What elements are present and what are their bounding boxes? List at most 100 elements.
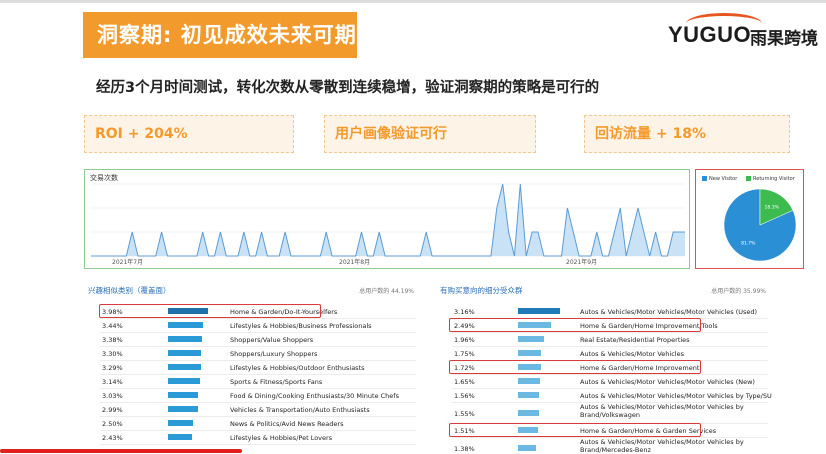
pie-svg: 81.7% 18.3% xyxy=(723,188,797,262)
list-item: 2.43% Lifestyles & Hobbies/Pet Lovers xyxy=(102,431,412,444)
transactions-chart: 交易次数 2021年7月 2021年8月 2021年9月 xyxy=(84,169,690,269)
kpi-roi: ROI + 204% xyxy=(84,115,294,153)
row-bar xyxy=(168,322,203,328)
left-panel-title: 兴趣相似类别（覆盖面） xyxy=(88,286,171,295)
list-item: 3.38% Shoppers/Value Shoppers xyxy=(102,333,412,346)
progress-indicator xyxy=(0,449,242,453)
row-label-line: Brand/Mercedes-Benz xyxy=(580,446,651,454)
row-bar xyxy=(168,336,202,342)
right-panel-title: 有购买意向的细分受众群 xyxy=(440,286,523,295)
row-bar xyxy=(168,434,193,440)
row-percent: 1.75% xyxy=(454,350,475,358)
list-item: 3.16% Autos & Vehicles/Motor Vehicles/Mot… xyxy=(454,305,764,318)
row-label-line: News & Politics/Avid News Readers xyxy=(230,420,344,428)
list-item: 2.50% News & Politics/Avid News Readers xyxy=(102,417,412,430)
row-label-line: Brand/Volkswagen xyxy=(580,411,640,419)
right-panel-total: 总用户数的 35.99% xyxy=(711,288,766,295)
row-percent: 3.03% xyxy=(102,392,123,400)
top-edge xyxy=(0,0,826,3)
row-percent: 3.44% xyxy=(102,322,123,330)
legend-new-visitor: New Visitor xyxy=(702,176,737,182)
row-bar xyxy=(168,378,200,384)
row-percent: 1.65% xyxy=(454,378,475,386)
interest-categories-panel: 兴趣相似类别（覆盖面） 总用户数的 44.19% 3.98% Home & Gar… xyxy=(84,281,420,454)
list-item: 1.65% Autos & Vehicles/Motor Vehicles/Mot… xyxy=(454,375,764,388)
row-label: Food & Dining/Cooking Enthusiasts/30 Min… xyxy=(230,392,399,400)
row-label-line: Autos & Vehicles/Motor Vehicles/Motor Ve… xyxy=(580,403,744,411)
list-item: 3.03% Food & Dining/Cooking Enthusiasts/3… xyxy=(102,389,412,402)
row-label-line: Food & Dining/Cooking Enthusiasts/30 Min… xyxy=(230,392,399,400)
row-percent: 2.43% xyxy=(102,434,123,442)
row-label-line: Autos & Vehicles/Motor Vehicles/Motor Ve… xyxy=(580,438,744,446)
row-label-line: Autos & Vehicles/Motor Vehicles xyxy=(580,350,684,358)
row-bar xyxy=(168,364,202,370)
kpi-return-traffic: 回访流量 + 18% xyxy=(584,115,790,153)
list-item: 1.38% Autos & Vehicles/Motor Vehicles/Mot… xyxy=(454,438,764,454)
row-label-line: Autos & Vehicles/Motor Vehicles/Motor Ve… xyxy=(580,378,755,386)
row-label-line: Lifestyles & Hobbies/Outdoor Enthusiasts xyxy=(230,364,365,372)
row-percent: 3.14% xyxy=(102,378,123,386)
highlight-box xyxy=(449,318,701,332)
row-bar xyxy=(518,445,537,451)
row-percent: 3.16% xyxy=(454,308,475,316)
row-label: Autos & Vehicles/Motor Vehicles/Motor Ve… xyxy=(580,308,757,316)
row-label-line: Real Estate/Residential Properties xyxy=(580,336,690,344)
list-item: 2.99% Vehicles & Transportation/Auto Enth… xyxy=(102,403,412,416)
row-label: Sports & Fitness/Sports Fans xyxy=(230,378,322,386)
transactions-area-svg xyxy=(91,183,685,257)
row-percent: 2.99% xyxy=(102,406,123,414)
in-market-segments-panel: 有购买意向的细分受众群 总用户数的 35.99% 3.16% Autos & Ve… xyxy=(436,281,772,454)
row-bar xyxy=(518,410,539,416)
legend-returning-visitor: Returning Visitor xyxy=(746,176,795,182)
logo-brand-text: YUGUO xyxy=(668,22,752,47)
row-label: Real Estate/Residential Properties xyxy=(580,336,690,344)
row-label: Lifestyles & Hobbies/Outdoor Enthusiasts xyxy=(230,364,365,372)
row-bar xyxy=(168,392,199,398)
row-label: Shoppers/Value Shoppers xyxy=(230,336,313,344)
row-divider xyxy=(100,444,416,445)
row-label: Shoppers/Luxury Shoppers xyxy=(230,350,317,358)
x-tick-sep: 2021年9月 xyxy=(566,259,598,266)
row-percent: 2.50% xyxy=(102,420,123,428)
list-item: 3.30% Shoppers/Luxury Shoppers xyxy=(102,347,412,360)
list-item: 3.44% Lifestyles & Hobbies/Business Profe… xyxy=(102,319,412,332)
pie-label: 18.3% xyxy=(765,204,780,210)
list-item: 1.56% Autos & Vehicles/Motor Vehicles/Mot… xyxy=(454,389,772,402)
row-label-line: Autos & Vehicles/Motor Vehicles/Motor Ve… xyxy=(580,308,758,316)
row-label-line: Sports & Fitness/Sports Fans xyxy=(230,378,323,386)
highlight-box xyxy=(449,360,701,374)
row-bar xyxy=(168,406,199,412)
row-label-line: Shoppers/Value Shoppers xyxy=(230,336,314,344)
left-panel-total: 总用户数的 44.19% xyxy=(359,288,414,295)
visitor-pie-chart: New Visitor Returning Visitor 81.7% 18.3% xyxy=(695,169,804,269)
row-percent: 1.55% xyxy=(454,410,475,418)
row-bar xyxy=(518,336,545,342)
row-label: Autos & Vehicles/Motor Vehicles/Motor Ve… xyxy=(580,438,744,454)
slide-subtitle: 经历3个月时间测试，转化次数从零散到连续稳增，验证洞察期的策略是可行的 xyxy=(96,80,600,96)
row-label: Vehicles & Transportation/Auto Enthusias… xyxy=(230,406,370,414)
list-item: 1.96% Real Estate/Residential Properties xyxy=(454,333,764,346)
logo-cn-text: 雨果跨境 xyxy=(750,29,818,49)
row-bar xyxy=(518,350,542,356)
page-title: 洞察期: 初见成效未来可期 xyxy=(83,12,357,58)
row-label-line: Vehicles & Transportation/Auto Enthusias… xyxy=(230,406,370,414)
row-label-line: Lifestyles & Hobbies/Business Profession… xyxy=(230,322,372,330)
row-label: Autos & Vehicles/Motor Vehicles/Motor Ve… xyxy=(580,403,744,419)
row-bar xyxy=(168,420,194,426)
row-label: Autos & Vehicles/Motor Vehicles/Motor Ve… xyxy=(580,378,755,386)
highlight-box xyxy=(449,423,701,437)
x-tick-aug: 2021年8月 xyxy=(339,259,371,266)
row-bar xyxy=(518,392,539,398)
x-tick-jul: 2021年7月 xyxy=(112,259,144,266)
legend-swatch-icon xyxy=(746,176,751,181)
chart-title: 交易次数 xyxy=(90,174,118,182)
list-item: 3.14% Sports & Fitness/Sports Fans xyxy=(102,375,412,388)
row-label-line: Lifestyles & Hobbies/Pet Lovers xyxy=(230,434,333,442)
row-label-line: Shoppers/Luxury Shoppers xyxy=(230,350,318,358)
row-label: News & Politics/Avid News Readers xyxy=(230,420,343,428)
pie-label: 81.7% xyxy=(741,241,756,247)
row-percent: 3.29% xyxy=(102,364,123,372)
row-percent: 1.38% xyxy=(454,445,475,453)
list-item: 1.75% Autos & Vehicles/Motor Vehicles xyxy=(454,347,764,360)
legend-swatch-icon xyxy=(702,176,707,181)
